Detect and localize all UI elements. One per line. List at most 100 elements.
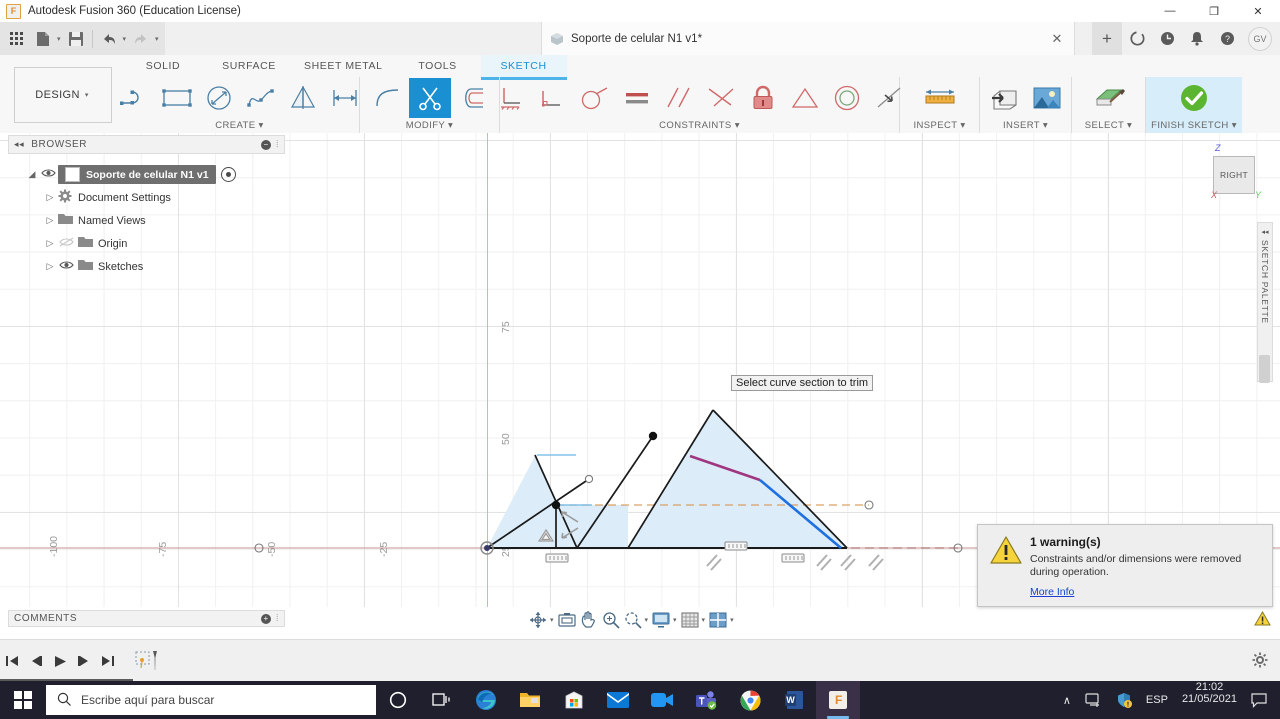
viewports-icon[interactable] [707, 609, 729, 630]
new-document-icon[interactable] [30, 26, 56, 52]
parallel-icon[interactable] [658, 78, 700, 118]
concentric-icon[interactable] [826, 78, 868, 118]
skip-to-end-icon[interactable] [96, 640, 120, 682]
fillet-icon[interactable] [367, 78, 409, 118]
tab-sheet-metal[interactable]: SHEET METAL [292, 55, 395, 77]
root-expander-icon[interactable]: ◢ [26, 169, 38, 180]
document-tab-close-icon[interactable]: ✕ [1050, 31, 1064, 47]
job-status-icon[interactable] [1122, 22, 1152, 55]
undo-caret-icon[interactable]: ▾ [123, 35, 127, 43]
origin-visibility-icon[interactable] [56, 237, 76, 250]
minimize-button[interactable]: — [1148, 0, 1192, 22]
cortana-icon[interactable] [376, 681, 420, 719]
tangent-icon[interactable] [574, 78, 616, 118]
equal-icon[interactable] [616, 78, 658, 118]
panel-finish-sketch-label[interactable]: FINISH SKETCH ▾ [1151, 119, 1237, 132]
browser-row-origin[interactable]: ▷ Origin [8, 232, 285, 255]
insert-derive-icon[interactable] [984, 78, 1026, 118]
root-visibility-icon[interactable] [38, 168, 58, 181]
pan-icon[interactable] [578, 609, 600, 630]
viewports-caret-icon[interactable]: ▾ [730, 616, 734, 624]
user-avatar[interactable]: GV [1248, 26, 1272, 51]
mirror-icon[interactable] [282, 78, 324, 118]
save-icon[interactable] [63, 26, 89, 52]
browser-row-named-views[interactable]: ▷ Named Views [8, 209, 285, 232]
sketch-feature-icon[interactable] [132, 640, 162, 682]
comments-resize-handle[interactable]: ⦙ [276, 613, 279, 624]
sketches-expander-icon[interactable]: ▷ [44, 261, 56, 272]
search-input[interactable]: Escribe aquí para buscar [46, 685, 376, 715]
microsoft-store-icon[interactable] [552, 681, 596, 719]
video-icon[interactable] [640, 681, 684, 719]
viewcube[interactable]: RIGHT [1213, 156, 1255, 194]
app-grid-icon[interactable] [4, 26, 30, 52]
named-views-expander-icon[interactable]: ▷ [44, 215, 56, 226]
more-info-link[interactable]: More Info [1030, 586, 1074, 598]
display-settings-caret-icon[interactable]: ▾ [673, 616, 677, 624]
taskbar-clock[interactable]: 21:02 21/05/2021 [1175, 681, 1244, 719]
display-settings-icon[interactable] [650, 609, 672, 630]
warning-toast[interactable]: 1 warning(s) Constraints and/or dimensio… [977, 524, 1273, 607]
document-settings-expander-icon[interactable]: ▷ [44, 192, 56, 203]
browser-minus-icon[interactable]: − [261, 139, 272, 150]
fix-lock-icon[interactable] [742, 78, 784, 118]
pan-look-at-icon[interactable] [556, 609, 578, 630]
fusion360-icon[interactable]: F [816, 681, 860, 719]
help-icon[interactable]: ? [1212, 22, 1242, 55]
timeline-settings-gear-icon[interactable] [1252, 652, 1268, 671]
status-warning-icon[interactable] [1254, 610, 1271, 630]
panel-constraints-label[interactable]: CONSTRAINTS ▾ [659, 119, 740, 132]
language-indicator[interactable]: ESP [1139, 681, 1175, 719]
rectangle-icon[interactable] [156, 78, 198, 118]
panel-modify-label[interactable]: MODIFY ▾ [406, 119, 453, 132]
finish-sketch-check-icon[interactable] [1173, 78, 1215, 118]
comments-panel-header[interactable]: COMMENTS + ⦙ [8, 610, 285, 627]
browser-row-document-settings[interactable]: ▷ Document Settings [8, 186, 285, 209]
step-back-icon[interactable] [24, 640, 48, 682]
line-icon[interactable] [114, 78, 156, 118]
skip-to-beginning-icon[interactable] [0, 640, 24, 682]
maximize-button[interactable]: ❐ [1192, 0, 1236, 22]
sketch-palette-collapse-icon[interactable]: ◂◂ [1261, 228, 1268, 236]
browser-resize-handle[interactable]: ⦙ [276, 139, 279, 150]
trim-icon[interactable] [408, 78, 451, 118]
offset-icon[interactable] [451, 78, 493, 118]
browser-root-item[interactable]: Soporte de celular N1 v1 [58, 165, 216, 184]
task-view-icon[interactable] [420, 681, 464, 719]
file-explorer-icon[interactable] [508, 681, 552, 719]
bell-icon[interactable] [1182, 22, 1212, 55]
recent-icon[interactable] [1152, 22, 1182, 55]
close-button[interactable]: ✕ [1236, 0, 1280, 22]
word-icon[interactable]: W [772, 681, 816, 719]
origin-expander-icon[interactable]: ▷ [44, 238, 56, 249]
zoom-caret-icon[interactable]: ▾ [645, 616, 649, 624]
action-center-icon[interactable] [1244, 681, 1274, 719]
panel-inspect-label[interactable]: INSPECT ▾ [913, 119, 965, 132]
document-tab[interactable]: Soporte de celular N1 v1* ✕ [541, 22, 1075, 55]
browser-header[interactable]: ◂◂ BROWSER − ⦙ [8, 135, 285, 154]
new-tab-button[interactable]: + [1092, 22, 1122, 55]
browser-row-sketches[interactable]: ▷ Sketches [8, 255, 285, 278]
new-document-caret-icon[interactable]: ▾ [57, 35, 61, 43]
edge-icon[interactable] [464, 681, 508, 719]
activate-component-icon[interactable] [220, 167, 236, 182]
tab-solid[interactable]: SOLID [120, 55, 206, 77]
sketches-visibility-icon[interactable] [56, 260, 76, 273]
windows-start-icon[interactable] [0, 681, 46, 719]
insert-image-icon[interactable] [1026, 78, 1068, 118]
grid-snaps-icon[interactable] [679, 609, 701, 630]
security-shield-icon[interactable] [1109, 681, 1139, 719]
play-icon[interactable] [48, 640, 72, 682]
mail-icon[interactable] [596, 681, 640, 719]
orbit-caret-icon[interactable]: ▾ [550, 616, 554, 624]
panel-finish-sketch[interactable]: FINISH SKETCH ▾ [1146, 77, 1242, 133]
tab-tools[interactable]: TOOLS [395, 55, 481, 77]
perpendicular-icon[interactable] [532, 78, 574, 118]
orbit-icon[interactable] [527, 609, 549, 630]
zoom-window-icon[interactable] [600, 609, 622, 630]
measure-icon[interactable] [919, 78, 961, 118]
panel-create-label[interactable]: CREATE ▾ [215, 119, 263, 132]
grid-snaps-caret-icon[interactable]: ▾ [702, 616, 706, 624]
midpoint-icon[interactable] [700, 78, 742, 118]
spline-icon[interactable] [240, 78, 282, 118]
